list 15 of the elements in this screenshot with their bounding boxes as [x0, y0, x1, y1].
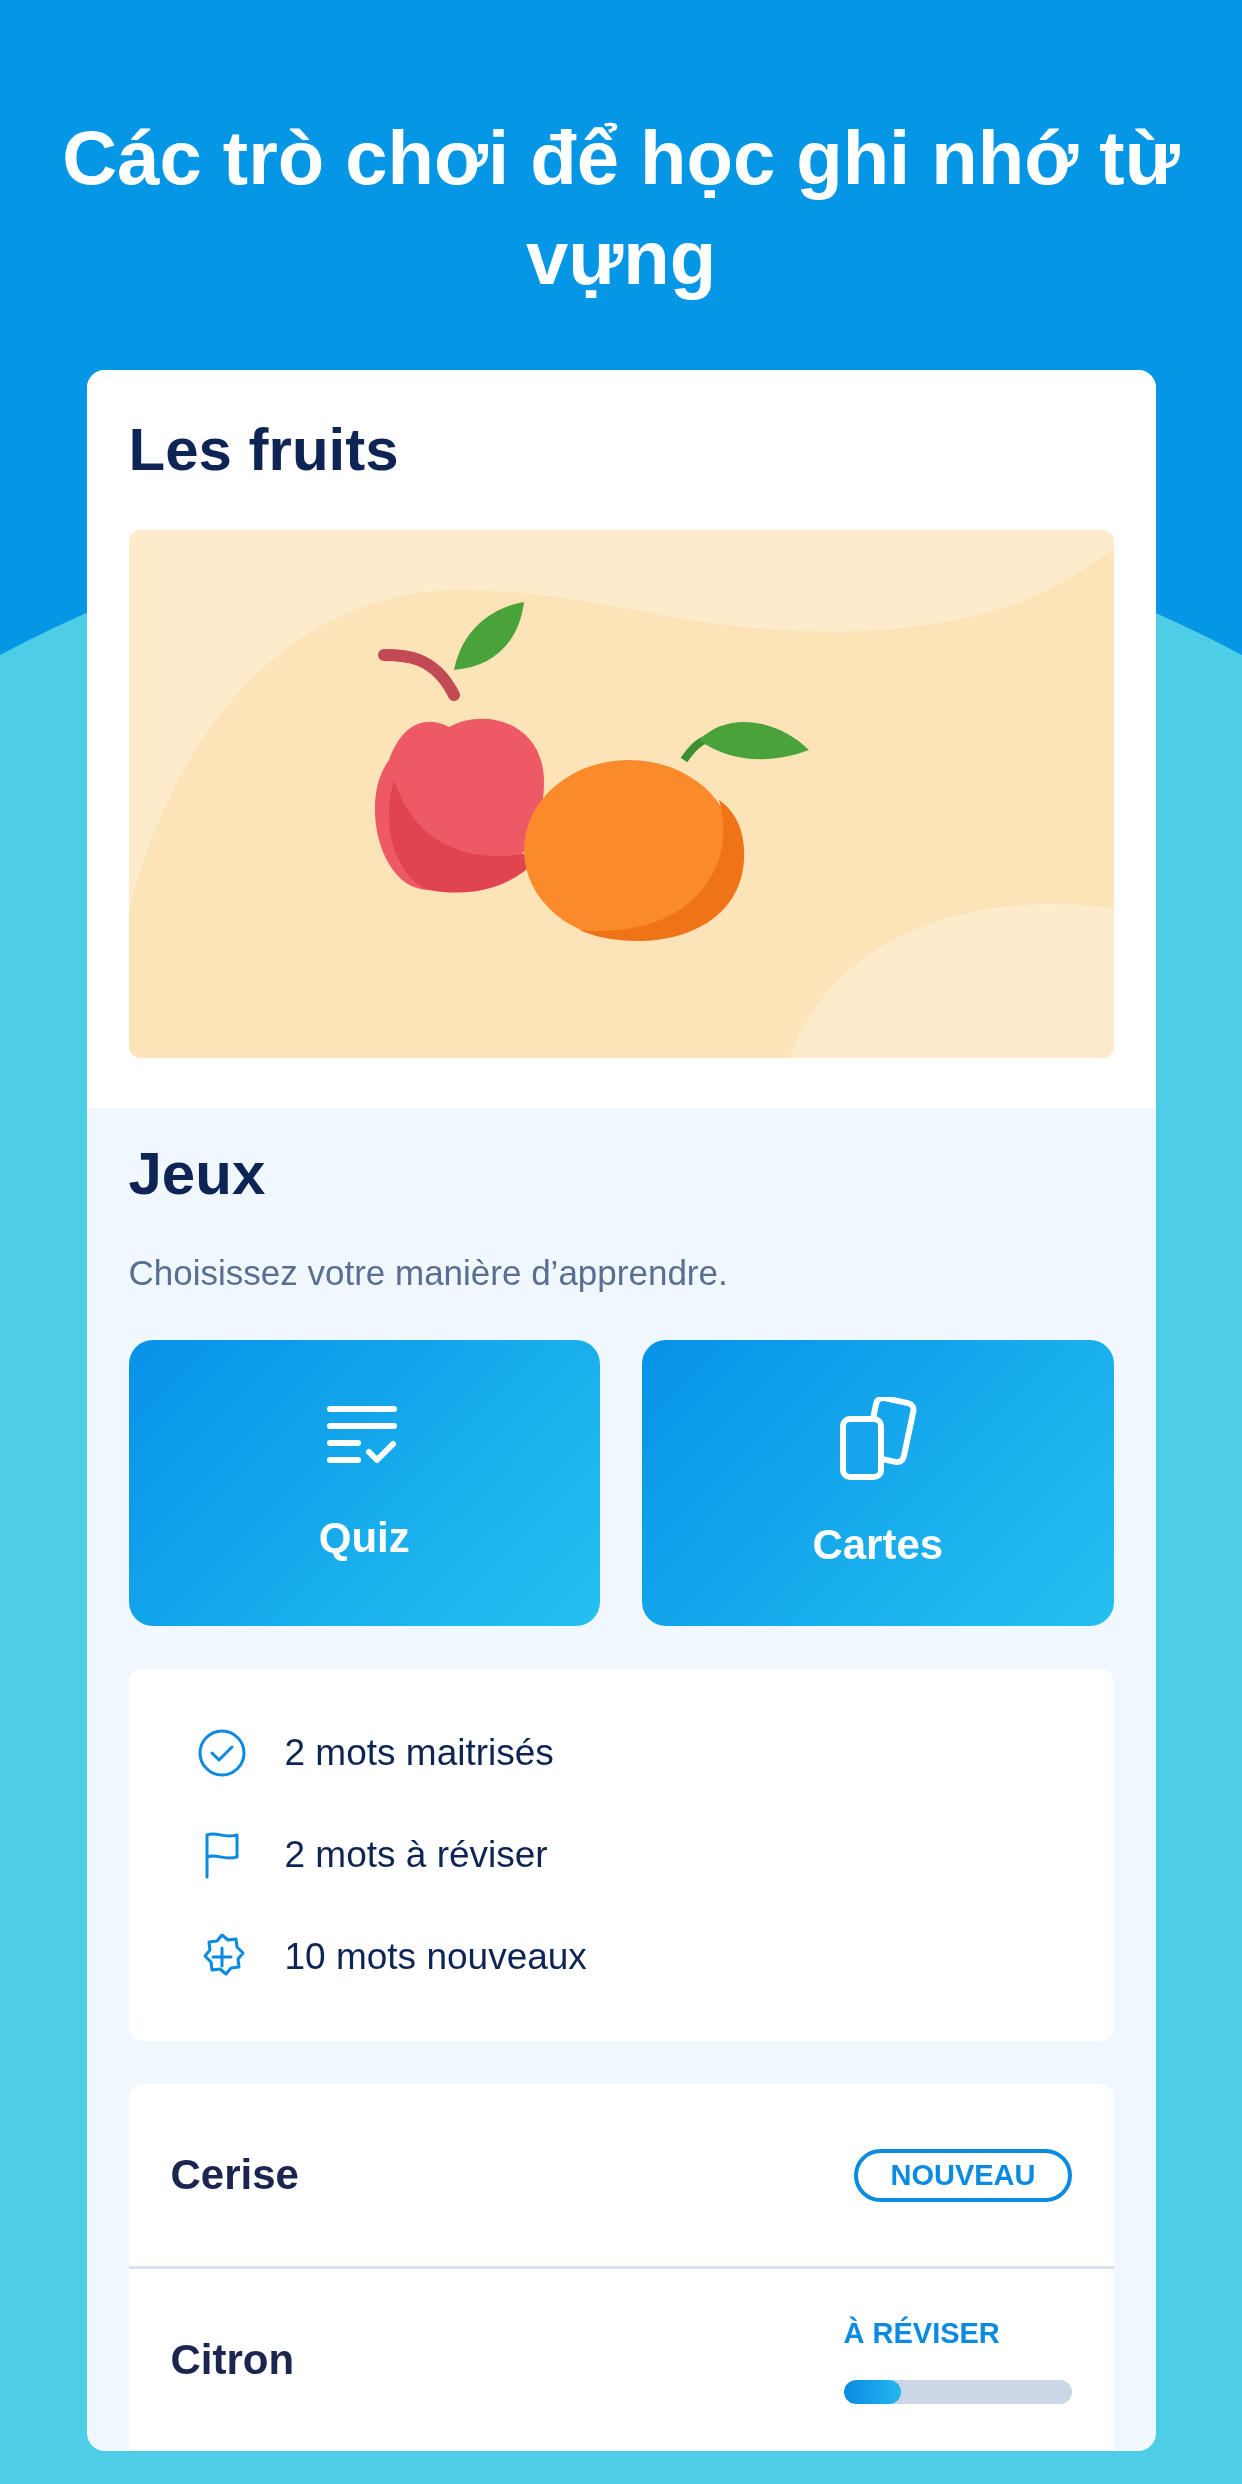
page-title: Các trò chơi để học ghi nhớ từ vựng — [61, 114, 1181, 302]
word-row[interactable]: Citron À RÉVISER — [128, 2266, 1114, 2451]
stat-text: 2 mots maitrisés — [284, 1731, 554, 1775]
word-text: Cerise — [170, 2151, 299, 2199]
section-subtitle: Choisissez votre manière d’apprendre. — [128, 1252, 729, 1294]
word-row[interactable]: Cerise NOUVEAU — [128, 2084, 1114, 2266]
stat-text: 2 mots à réviser — [284, 1833, 548, 1877]
status-label: À RÉVISER — [843, 2316, 1001, 2350]
topic-title: Les fruits — [128, 415, 400, 485]
check-circle-icon — [196, 1728, 247, 1778]
status-badge: NOUVEAU — [854, 2148, 1072, 2202]
word-text: Citron — [170, 2336, 295, 2384]
section-title: Jeux — [128, 1139, 267, 1209]
stat-text: 10 mots nouveaux — [284, 1935, 587, 1979]
cards-icon — [838, 1397, 917, 1481]
